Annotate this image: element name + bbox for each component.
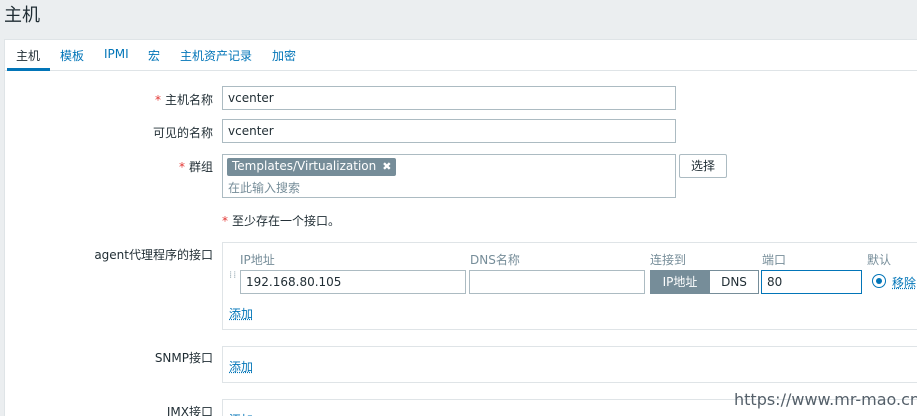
- tab-ipmi[interactable]: IPMI: [104, 47, 129, 61]
- remove-chip-icon[interactable]: ✖: [382, 160, 391, 173]
- connect-column-header: 连接到: [650, 253, 687, 267]
- interface-required-note: * 至少存在一个接口。: [222, 214, 341, 228]
- select-groups-button[interactable]: 选择: [679, 154, 727, 178]
- agent-interface-box: IP地址 DNS名称 连接到 端口 默认 ⁞⁞ IP地址 DNS 移除 添加: [222, 242, 917, 330]
- tab-inventory[interactable]: 主机资产记录: [180, 47, 252, 64]
- agent-dns-input[interactable]: [469, 270, 645, 294]
- drag-handle-icon[interactable]: ⁞⁞: [229, 271, 237, 291]
- groups-search-placeholder[interactable]: 在此输入搜索: [228, 179, 300, 196]
- agent-interface-label: agent代理程序的接口: [94, 248, 213, 262]
- dns-column-header: DNS名称: [470, 253, 520, 267]
- port-column-header: 端口: [762, 253, 787, 267]
- connect-ip-toggle[interactable]: IP地址: [650, 270, 710, 294]
- snmp-interface-label: SNMP接口: [154, 351, 213, 365]
- groups-multiselect[interactable]: Templates/Virtualization ✖ 在此输入搜索: [222, 154, 676, 198]
- jmx-interface-label: JMX接口: [166, 405, 213, 416]
- required-mark: *: [154, 93, 161, 107]
- agent-port-input[interactable]: [761, 270, 862, 294]
- add-jmx-interface-link[interactable]: 添加: [229, 411, 253, 416]
- groups-label: * 群组: [178, 160, 213, 174]
- group-chip: Templates/Virtualization ✖: [227, 158, 397, 176]
- watermark-text: https://www.mr-mao.cn: [734, 390, 917, 409]
- host-form-panel: 主机 模板 IPMI 宏 主机资产记录 加密 *主机名称 可见的名称 *群组 T…: [4, 39, 917, 416]
- connect-dns-toggle[interactable]: DNS: [709, 270, 759, 294]
- active-tab-indicator: [7, 68, 50, 71]
- tab-macros[interactable]: 宏: [148, 47, 160, 64]
- default-interface-radio[interactable]: [872, 274, 886, 288]
- tab-host[interactable]: 主机: [16, 47, 40, 64]
- page-title: 主机: [4, 5, 40, 26]
- required-mark: *: [178, 160, 185, 174]
- tab-templates[interactable]: 模板: [60, 47, 84, 64]
- tab-encryption[interactable]: 加密: [272, 47, 296, 64]
- host-name-input[interactable]: [222, 86, 676, 110]
- add-snmp-interface-link[interactable]: 添加: [229, 358, 253, 375]
- default-column-header: 默认: [867, 253, 892, 267]
- ip-column-header: IP地址: [240, 253, 275, 267]
- host-name-label: * 主机名称: [154, 93, 213, 107]
- remove-interface-link[interactable]: 移除: [892, 274, 916, 291]
- visible-name-input[interactable]: [222, 119, 676, 143]
- tab-bar: 主机 模板 IPMI 宏 主机资产记录 加密: [5, 40, 917, 71]
- page-header: 主机: [0, 0, 917, 32]
- add-agent-interface-link[interactable]: 添加: [229, 305, 253, 322]
- visible-name-label: 可见的名称: [152, 126, 213, 140]
- agent-ip-input[interactable]: [240, 270, 466, 294]
- snmp-interface-box: 添加: [222, 346, 917, 383]
